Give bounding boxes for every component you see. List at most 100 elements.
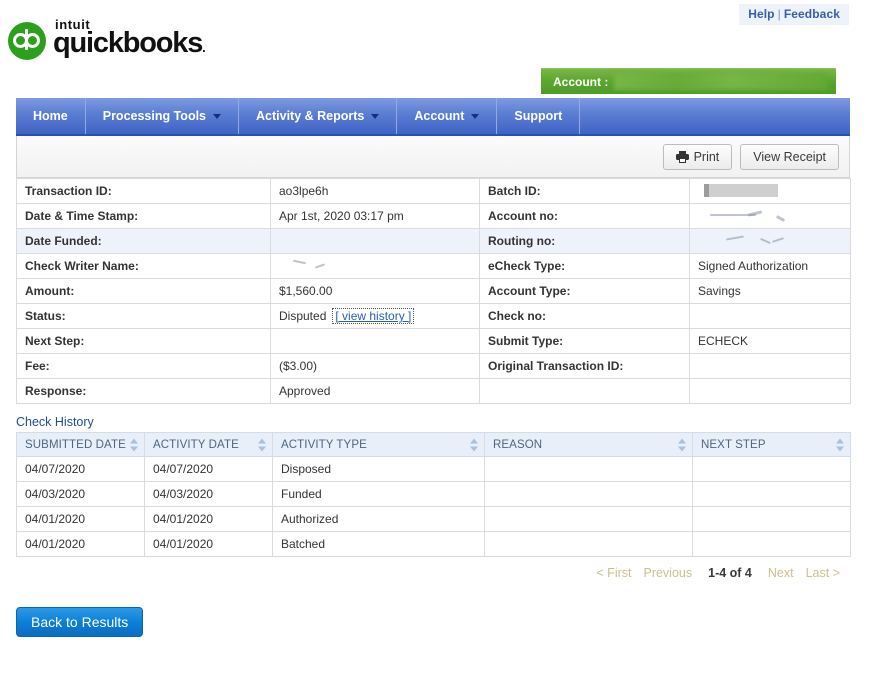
batch-id-redacted — [704, 184, 778, 197]
detail-row: Transaction ID: ao3lpe6h Batch ID: — [16, 178, 851, 204]
detail-row: Next Step: Submit Type: ECHECK — [16, 328, 851, 354]
column-header-activity-date-label: ACTIVITY DATE — [153, 438, 239, 451]
feedback-link[interactable]: Feedback — [784, 7, 840, 21]
nav-filler — [580, 98, 850, 134]
column-header-next-step[interactable]: NEXT STEP — [692, 432, 851, 457]
nav-item-activity-reports[interactable]: Activity & Reports — [239, 98, 398, 134]
pagination-count: 1-4 of 4 — [708, 566, 752, 580]
routing-no-label: Routing no: — [479, 228, 690, 254]
account-strip-label: Account : — [553, 74, 609, 89]
quickbooks-logo[interactable]: intuit quickbooks. — [8, 18, 206, 60]
quickbooks-wordmark-text: quickbooks — [53, 27, 203, 59]
nav-item-activity-reports-label: Activity & Reports — [256, 109, 365, 123]
action-toolbar: Print View Receipt — [16, 136, 850, 178]
utility-links: Help | Feedback — [739, 4, 849, 25]
check-no-value — [689, 303, 851, 329]
original-transaction-id-value — [689, 353, 851, 379]
status-label: Status: — [16, 303, 271, 329]
table-row[interactable]: 04/07/2020 04/07/2020 Disposed — [16, 456, 851, 482]
cell-next-step — [692, 481, 851, 507]
quickbooks-wordmark: quickbooks. — [53, 29, 206, 58]
detail-row: Check Writer Name: eCheck Type: Signed A… — [16, 253, 851, 279]
check-writer-name-label: Check Writer Name: — [16, 253, 271, 279]
print-button[interactable]: Print — [662, 143, 733, 170]
sort-arrows-icon[interactable] — [130, 438, 138, 451]
table-row[interactable]: 04/01/2020 04/01/2020 Batched — [16, 531, 851, 557]
cell-activity-date: 04/03/2020 — [144, 481, 273, 507]
detail-row: Date & Time Stamp: Apr 1st, 2020 03:17 p… — [16, 203, 851, 229]
pagination: < First Previous 1-4 of 4 Next Last > — [16, 566, 850, 580]
routing-no-value — [689, 228, 851, 254]
sort-arrows-icon[interactable] — [836, 438, 844, 451]
check-history-title[interactable]: Check History — [16, 415, 94, 429]
help-link[interactable]: Help — [748, 7, 774, 21]
check-history-table: SUBMITTED DATE ACTIVITY DATE ACTIVITY TY… — [16, 432, 851, 557]
column-header-reason-label: REASON — [493, 438, 543, 451]
date-time-stamp-value: Apr 1st, 2020 03:17 pm — [270, 203, 480, 229]
sort-arrows-icon[interactable] — [258, 438, 266, 451]
fee-value: ($3.00) — [270, 353, 480, 379]
routing-no-redacted — [708, 233, 803, 249]
account-type-value: Savings — [689, 278, 851, 304]
cell-submitted-date: 04/03/2020 — [16, 481, 145, 507]
nav-item-home[interactable]: Home — [16, 98, 86, 134]
table-row[interactable]: 04/03/2020 04/03/2020 Funded — [16, 481, 851, 507]
detail-empty-cell — [689, 378, 851, 404]
account-no-label: Account no: — [479, 203, 690, 229]
pagination-next[interactable]: Next — [768, 566, 794, 580]
brand-wordmark: intuit quickbooks. — [53, 18, 206, 60]
pagination-previous[interactable]: Previous — [643, 566, 692, 580]
view-receipt-button[interactable]: View Receipt — [740, 143, 839, 170]
sort-arrows-icon[interactable] — [470, 438, 478, 451]
account-type-label: Account Type: — [479, 278, 690, 304]
pagination-first[interactable]: < First — [596, 566, 631, 580]
chevron-down-icon — [213, 113, 221, 119]
date-funded-value — [270, 228, 480, 254]
nav-item-processing-tools[interactable]: Processing Tools — [86, 98, 239, 134]
date-time-stamp-label: Date & Time Stamp: — [16, 203, 271, 229]
batch-id-label: Batch ID: — [479, 178, 690, 204]
cell-reason — [484, 531, 693, 557]
status-value-cell: Disputed [ view history ] — [270, 303, 480, 329]
submit-type-value: ECHECK — [689, 328, 851, 354]
detail-row: Date Funded: Routing no: — [16, 228, 851, 254]
cell-submitted-date: 04/01/2020 — [16, 506, 145, 532]
account-name-redacted — [614, 73, 827, 90]
cell-next-step — [692, 531, 851, 557]
cell-next-step — [692, 506, 851, 532]
detail-empty-cell — [479, 378, 690, 404]
column-header-activity-type[interactable]: ACTIVITY TYPE — [272, 432, 485, 457]
column-header-reason[interactable]: REASON — [484, 432, 693, 457]
amount-value: $1,560.00 — [270, 278, 480, 304]
cell-activity-type: Authorized — [272, 506, 485, 532]
cell-submitted-date: 04/01/2020 — [16, 531, 145, 557]
next-step-label: Next Step: — [16, 328, 271, 354]
print-button-label: Print — [693, 149, 720, 164]
back-to-results-label: Back to Results — [31, 614, 129, 630]
pagination-last[interactable]: Last > — [806, 566, 840, 580]
column-header-submitted-date-label: SUBMITTED DATE — [25, 438, 126, 451]
table-row[interactable]: 04/01/2020 04/01/2020 Authorized — [16, 506, 851, 532]
quickbooks-qb-mark-icon — [8, 22, 46, 60]
back-to-results-button[interactable]: Back to Results — [16, 607, 144, 637]
view-receipt-button-label: View Receipt — [753, 149, 826, 164]
column-header-activity-date[interactable]: ACTIVITY DATE — [144, 432, 273, 457]
cell-reason — [484, 506, 693, 532]
nav-item-support[interactable]: Support — [497, 98, 581, 134]
amount-label: Amount: — [16, 278, 271, 304]
view-history-link[interactable]: [ view history ] — [332, 308, 415, 324]
nav-item-account[interactable]: Account — [397, 98, 498, 134]
detail-row: Status: Disputed [ view history ] Check n… — [16, 303, 851, 329]
column-header-submitted-date[interactable]: SUBMITTED DATE — [16, 432, 145, 457]
sort-arrows-icon[interactable] — [678, 438, 686, 451]
detail-row: Response: Approved — [16, 378, 851, 404]
registered-mark: . — [202, 40, 206, 55]
check-history-header-row: SUBMITTED DATE ACTIVITY DATE ACTIVITY TY… — [16, 432, 851, 457]
main-navigation: Home Processing Tools Activity & Reports… — [16, 98, 850, 136]
next-step-value — [270, 328, 480, 354]
date-funded-label: Date Funded: — [16, 228, 271, 254]
column-header-next-step-label: NEXT STEP — [701, 438, 766, 451]
transaction-detail-table: Transaction ID: ao3lpe6h Batch ID: Date … — [16, 178, 851, 404]
transaction-id-value: ao3lpe6h — [270, 178, 480, 204]
response-value: Approved — [270, 378, 480, 404]
